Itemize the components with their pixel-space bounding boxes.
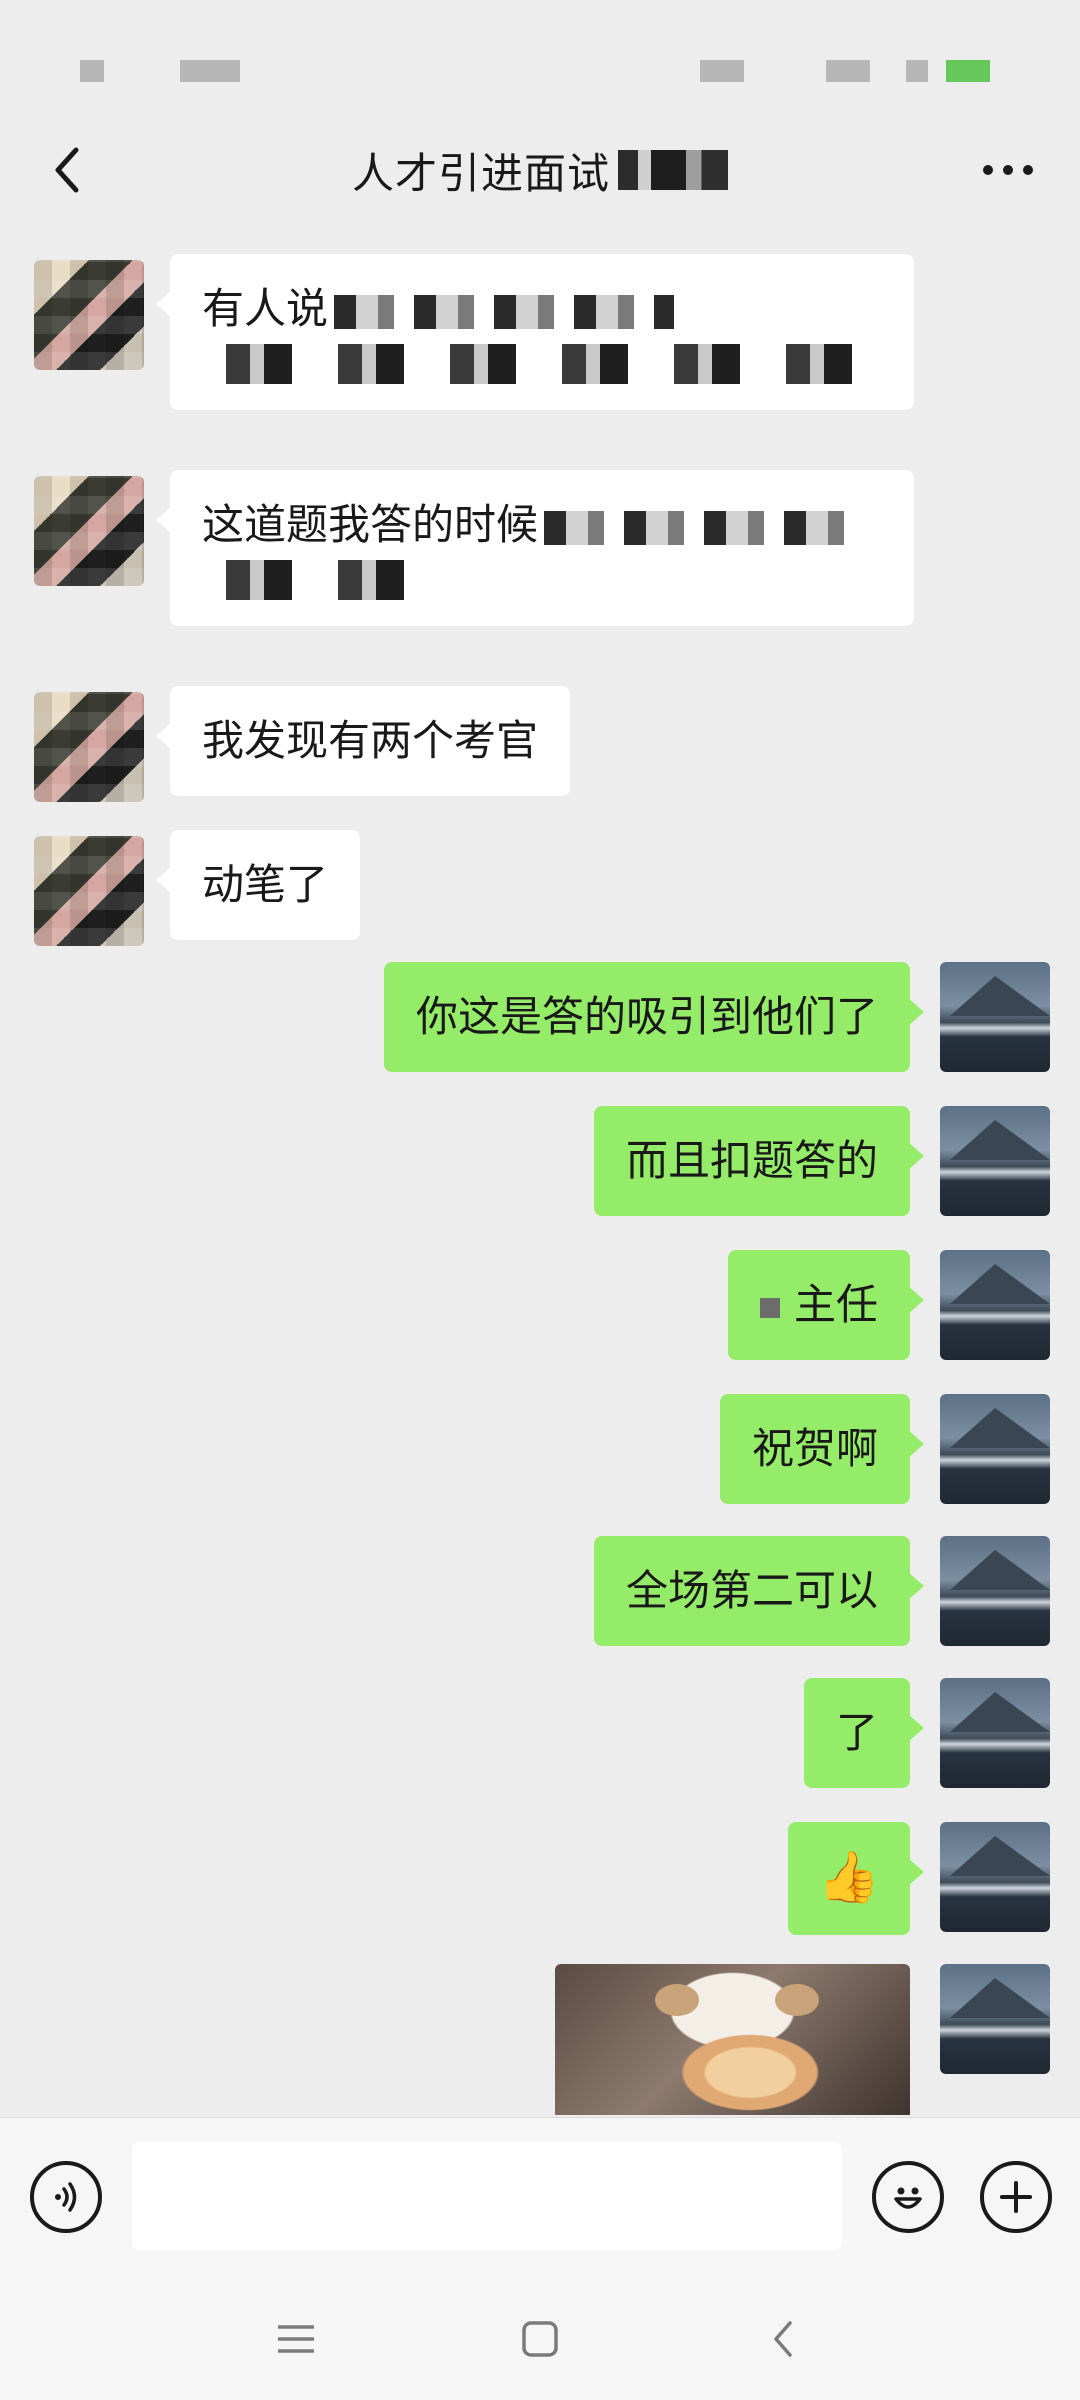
input-bar — [0, 2117, 1080, 2275]
my-avatar[interactable] — [940, 1536, 1050, 1646]
redacted-text — [202, 344, 862, 384]
message-text: 了 — [835, 1708, 878, 1757]
message-text: 主任 — [793, 1280, 878, 1329]
my-avatar[interactable] — [940, 1394, 1050, 1504]
plus-icon[interactable] — [980, 2161, 1052, 2233]
redacted-text — [202, 560, 432, 600]
message-bubble[interactable]: 你这是答的吸引到他们了 — [383, 962, 925, 1072]
redacted-text — [759, 1297, 780, 1318]
my-avatar[interactable] — [940, 1822, 1050, 1932]
chat-title: 人才引进面试 — [0, 120, 1080, 220]
contact-avatar[interactable] — [34, 260, 144, 370]
chat-area[interactable]: 有人说 这道题我答的时候 我发现有两个考官 动笔了 你这是答的吸引到他们了 而且… — [0, 220, 1080, 2115]
contact-avatar[interactable] — [34, 476, 144, 586]
chat-header: 人才引进面试 — [0, 120, 1080, 220]
status-bar — [0, 0, 1080, 120]
message-bubble[interactable]: 动笔了 — [155, 830, 361, 940]
menu-icon[interactable] — [266, 2309, 326, 2369]
redacted-text — [334, 294, 675, 329]
message-text: 这道题我答的时候 — [202, 500, 539, 549]
my-avatar[interactable] — [940, 962, 1050, 1072]
image-detail — [655, 1984, 699, 2016]
message-bubble[interactable]: 有人说 — [156, 254, 914, 410]
message-bubble[interactable]: 👍 — [787, 1822, 925, 1935]
message-bubble[interactable]: 主任 — [727, 1250, 925, 1360]
more-dots-icon[interactable] — [976, 142, 1040, 198]
system-nav-bar — [0, 2275, 1080, 2400]
contact-avatar[interactable] — [34, 692, 144, 802]
my-avatar[interactable] — [940, 1250, 1050, 1360]
message-bubble[interactable]: 了 — [803, 1678, 925, 1788]
message-text: 你这是答的吸引到他们了 — [415, 992, 878, 1041]
message-text: 动笔了 — [202, 860, 329, 909]
redacted-text — [544, 510, 845, 545]
my-avatar[interactable] — [940, 1964, 1050, 2074]
message-bubble[interactable]: 全场第二可以 — [593, 1536, 925, 1646]
message-bubble[interactable]: 我发现有两个考官 — [155, 686, 571, 796]
message-bubble[interactable]: 祝贺啊 — [719, 1394, 925, 1504]
voice-icon[interactable] — [30, 2161, 102, 2233]
chat-title-text: 人才引进面试 — [351, 148, 610, 198]
home-icon[interactable] — [510, 2309, 570, 2369]
message-text: 有人说 — [202, 284, 329, 333]
emoji-icon[interactable] — [872, 2161, 944, 2233]
message-bubble[interactable]: 而且扣题答的 — [593, 1106, 925, 1216]
message-input[interactable] — [132, 2142, 842, 2250]
redacted-title-part — [618, 150, 728, 190]
my-avatar[interactable] — [940, 1678, 1050, 1788]
message-text: 全场第二可以 — [625, 1566, 878, 1615]
my-avatar[interactable] — [940, 1106, 1050, 1216]
thumbs-up-emoji: 👍 — [817, 1848, 880, 1906]
message-text: 而且扣题答的 — [625, 1136, 878, 1185]
message-text: 我发现有两个考官 — [202, 716, 539, 765]
image-detail — [775, 1984, 819, 2016]
image-message-cat[interactable] — [555, 1964, 910, 2115]
contact-avatar[interactable] — [34, 836, 144, 946]
message-bubble[interactable]: 这道题我答的时候 — [156, 470, 914, 626]
message-text: 祝贺啊 — [751, 1424, 878, 1473]
back-icon[interactable] — [754, 2309, 814, 2369]
